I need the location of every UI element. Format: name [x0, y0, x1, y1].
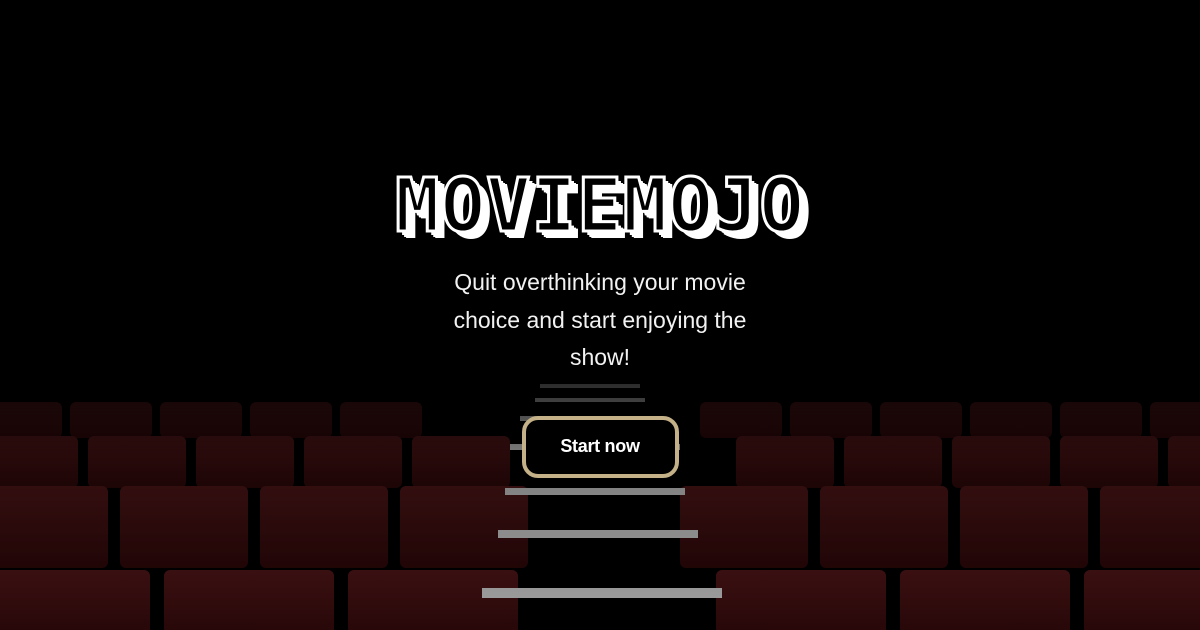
tagline: Quit overthinking your movie choice and …: [453, 269, 747, 370]
start-now-button[interactable]: Start now: [521, 415, 679, 478]
site-logo: MOVIEMOJO: [394, 163, 806, 249]
hero-section: MOVIEMOJO Quit overthinking your movie c…: [0, 0, 1200, 630]
